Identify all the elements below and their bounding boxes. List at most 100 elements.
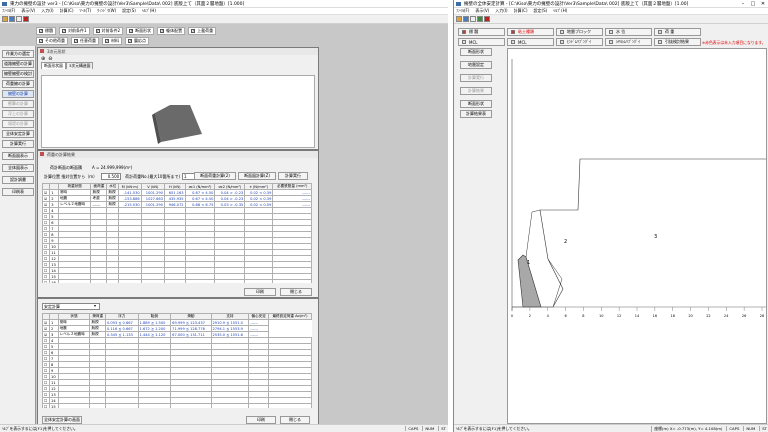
calc-close-button[interactable]: 閉じる (280, 288, 312, 296)
save-icon[interactable] (9, 16, 15, 22)
sidebar-action[interactable]: 設計調書 (2, 176, 34, 184)
checkbox-icon[interactable]: ✓ (62, 29, 66, 33)
sidebar-action[interactable]: 計算実行 (2, 140, 34, 148)
menu-item[interactable]: 計算(C) (514, 8, 528, 14)
view-toggle[interactable]: ✓ 躯体配置 (157, 27, 186, 35)
section-canvas: 1 2 3 0 2 4 6 8 10 12 14 16 18 20 22 24 26 28 (507, 48, 767, 424)
chevron-down-icon[interactable]: ▾ (94, 303, 96, 308)
sidebar-item[interactable]: 全体安定計算 (2, 130, 34, 138)
view-toggle[interactable]: ✓ 上載荷重 (188, 27, 217, 35)
save-icon[interactable] (463, 16, 469, 22)
checkbox-icon[interactable]: ✓ (191, 29, 196, 33)
side-nav-button[interactable]: 計算実行 (460, 74, 492, 82)
sidebar-item[interactable]: 堰堤の計算 (2, 120, 34, 128)
menu-item[interactable]: 入力(I) (495, 8, 507, 14)
view-toggle[interactable]: ✓ 対前条件1 (59, 27, 90, 35)
sidebar-item[interactable]: 浮上の計算 (2, 110, 34, 118)
side-nav-button[interactable]: 地層設定 (460, 61, 492, 69)
stab-print-button[interactable]: 印刷 (246, 416, 276, 424)
input-tab[interactable]: ｼﾔﾙｼﾑﾘﾌﾞﾝｸﾞｲ (605, 38, 652, 46)
help-icon[interactable] (23, 16, 29, 22)
input-tab[interactable]: ﾋﾝﾄﾞﾑﾘﾌﾞﾝｸﾞｲ (556, 38, 603, 46)
sidebar-item[interactable]: 擁壁擁壁の検討 (2, 70, 34, 78)
menu-item[interactable]: ﾌｧｲﾙ(F) (2, 8, 15, 14)
stab-cell (104, 403, 139, 408)
help-icon[interactable] (484, 16, 490, 22)
calc-print-button[interactable]: 印刷 (244, 288, 276, 296)
checkbox-icon[interactable]: ✓ (129, 29, 134, 33)
x-tick-label: 26 (742, 314, 746, 318)
sidebar-action[interactable]: 全体図表示 (2, 164, 34, 172)
view-toggle[interactable]: ✓ 任意荷重 (71, 37, 99, 45)
tab-icon (560, 30, 564, 34)
sidebar-item[interactable]: 擁壁の計算 (2, 90, 34, 98)
menu-item[interactable]: ﾍﾙﾌﾟ(H) (142, 8, 156, 14)
menu-item[interactable]: ﾂｰﾙ(T) (80, 8, 92, 14)
x-tick-label: 20 (688, 314, 692, 318)
input-tab[interactable]: 引抜検討結果 (654, 38, 701, 46)
checkbox-icon[interactable]: ✓ (105, 39, 109, 43)
sidebar-action[interactable]: 印刷表 (2, 188, 34, 196)
checkbox-icon[interactable]: ✓ (39, 29, 43, 33)
sidebar-item[interactable]: 衝撃の計算 (2, 100, 34, 108)
tab-section[interactable]: 断面形状図 (41, 62, 66, 69)
overall-stability-button[interactable]: 全体安定計算の画面 (42, 416, 82, 424)
menu-item[interactable]: ﾌｧｲﾙ(F) (456, 8, 469, 14)
input-tab[interactable]: 荷 重 (654, 28, 701, 36)
menu-item[interactable]: 入力(I) (41, 8, 53, 14)
checkbox-icon[interactable]: ✓ (160, 29, 165, 33)
table-row[interactable]: ☐ 16 (42, 279, 312, 283)
stab-close-button[interactable]: 閉じる (280, 416, 310, 424)
section-load-calc-button[interactable]: 断面荷重計算(2) (194, 172, 236, 180)
maximize-icon[interactable]: □ (748, 0, 758, 8)
print-icon[interactable] (16, 16, 22, 22)
open-icon[interactable] (2, 16, 8, 22)
menu-item[interactable]: 設定(S) (534, 8, 548, 14)
checkbox-icon[interactable]: ✓ (95, 29, 100, 33)
checkbox-icon[interactable]: ✓ (128, 39, 132, 43)
menu-item[interactable]: ｳｨﾝﾄﾞｳ(W) (97, 8, 116, 14)
view-toggle[interactable]: ✓ 対前条件2 (92, 27, 124, 35)
x-tick-label: 14 (635, 314, 640, 318)
checkbox-icon[interactable]: ✓ (74, 39, 78, 43)
menu-item[interactable]: 表示(V) (475, 8, 489, 14)
open-icon[interactable] (456, 16, 462, 22)
sidebar-item[interactable]: 道路擁壁の計算 (2, 60, 34, 68)
close-icon[interactable]: ✕ (758, 0, 768, 8)
side-view-button[interactable]: 断面形状 (460, 100, 492, 108)
minimize-icon[interactable]: – (738, 0, 748, 8)
menu-item[interactable]: 計算(C) (60, 8, 74, 14)
sidebar-action[interactable]: 断面図表示 (2, 152, 34, 160)
checkbox-icon[interactable]: ✓ (39, 39, 43, 43)
side-view-button[interactable]: 計算結果表 (460, 110, 492, 118)
side-nav-button[interactable]: 計算結果 (460, 87, 492, 95)
view-toggle[interactable]: ✓ その他荷重 (36, 37, 68, 45)
view-toggle[interactable]: ✓ 標題 (36, 27, 56, 35)
tab-icon (560, 40, 564, 44)
menu-item[interactable]: ﾍﾙﾌﾟ(H) (553, 8, 567, 14)
input-tab[interactable]: MCL (458, 38, 505, 46)
side-nav-button[interactable]: 断面形状 (460, 48, 492, 56)
menu-item[interactable]: 設定(S) (122, 8, 136, 14)
sidebar-item[interactable]: 作業方の選定 (2, 50, 34, 58)
calc-icon[interactable] (477, 16, 483, 22)
zoom-in-icon[interactable]: ⊕ (41, 56, 45, 62)
sidebar-item[interactable]: 荷重擁の計算 (2, 80, 34, 88)
print-icon[interactable] (470, 16, 476, 22)
view-toggle[interactable]: ✓ 断面形状 (126, 27, 155, 35)
view-toggle[interactable]: ✓ 材料 (102, 37, 122, 45)
dx-input[interactable]: 0.500 (101, 173, 122, 180)
input-tab[interactable]: 地層ブロック (556, 28, 603, 36)
calc-run-button[interactable]: 計算実行 (278, 172, 308, 180)
input-tab[interactable]: 水 位 (605, 28, 652, 36)
zoom-out-icon[interactable]: ⊖ (48, 56, 52, 62)
section-figure-calc-button[interactable]: 断面図計算(Z) (238, 172, 276, 180)
view-toggle[interactable]: ✓ 震応点 (125, 37, 149, 45)
stability-select[interactable]: 安定計算 (42, 303, 100, 310)
menu-item[interactable]: 表示(V) (21, 8, 35, 14)
tab-3d[interactable]: 3次元構造図 (65, 62, 94, 69)
input-tab[interactable]: MCL (507, 38, 554, 46)
table-row[interactable]: ☐ 15 (42, 403, 313, 408)
input-tab[interactable]: 標 題 (458, 28, 505, 36)
input-tab[interactable]: 粘土種類 (507, 28, 554, 36)
